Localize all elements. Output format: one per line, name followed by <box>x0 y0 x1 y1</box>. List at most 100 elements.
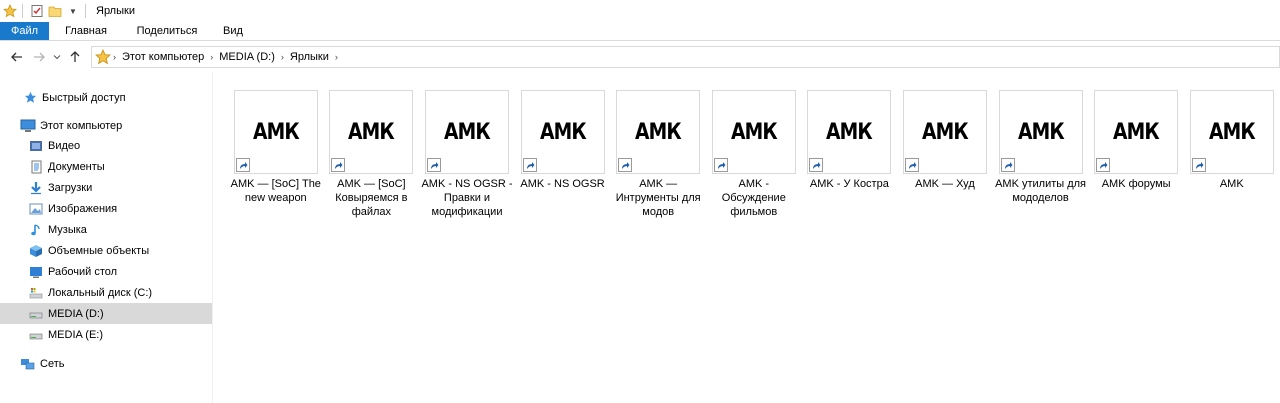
breadcrumb-this-pc[interactable]: Этот компьютер <box>122 51 204 63</box>
sidebar-item-quick-access[interactable]: Быстрый доступ <box>0 87 212 108</box>
chevron-right-icon[interactable]: › <box>210 52 213 62</box>
ribbon-tabs: Файл Главная Поделиться Вид <box>0 22 1280 41</box>
file-thumbnail[interactable]: АМК <box>711 90 796 174</box>
quick-access-star-icon <box>22 90 38 106</box>
up-arrow-icon <box>70 50 80 62</box>
sidebar-item-3d-objects[interactable]: Объемные объекты <box>0 240 212 261</box>
forward-arrow-icon <box>34 52 45 61</box>
thumbnail-logo-text: АМК <box>730 119 778 145</box>
sidebar-item-label: Локальный диск (C:) <box>48 286 153 299</box>
file-thumbnail[interactable]: АМК <box>807 90 892 174</box>
file-item[interactable]: АМК AMK — [SoC] The new weapon <box>228 90 324 219</box>
file-item[interactable]: АМК AMK <box>1184 90 1280 219</box>
file-thumbnail[interactable]: АМК <box>329 90 414 174</box>
file-item[interactable]: АМК AMK утилиты для мододелов <box>993 90 1089 219</box>
sidebar-item-desktop[interactable]: Рабочий стол <box>0 261 212 282</box>
sidebar-item-label: Быстрый доступ <box>42 91 126 104</box>
computer-icon <box>20 118 36 134</box>
shortcut-arrow-icon <box>904 158 919 172</box>
sidebar-item-label: Рабочий стол <box>48 265 118 278</box>
navigation-bar: › Этот компьютер › MEDIA (D:) › Ярлыки › <box>0 41 1280 72</box>
sidebar-item-documents[interactable]: Документы <box>0 156 212 177</box>
downloads-folder-icon <box>28 180 44 196</box>
file-label: AMK <box>1219 178 1244 190</box>
sidebar-item-music[interactable]: Музыка <box>0 219 212 240</box>
star-icon[interactable] <box>2 3 18 19</box>
new-folder-icon[interactable] <box>47 3 63 19</box>
file-item[interactable]: АМК AMK — [SoC] Ковыряемся в файлах <box>324 90 420 219</box>
shortcut-arrow-icon <box>713 158 728 172</box>
tab-view[interactable]: Вид <box>211 22 255 40</box>
file-label: AMK — Интрументы для модов <box>615 178 701 218</box>
file-label: AMK — Худ <box>915 178 975 190</box>
tab-file[interactable]: Файл <box>0 22 49 40</box>
sidebar-item-local-disk-c[interactable]: Локальный диск (C:) <box>0 282 212 303</box>
breadcrumb-media-d[interactable]: MEDIA (D:) <box>219 51 275 63</box>
sidebar-item-label: MEDIA (D:) <box>48 307 104 320</box>
file-label: AMK форумы <box>1101 178 1171 190</box>
thumbnail-logo-text: АМК <box>539 119 587 145</box>
file-thumbnail[interactable]: АМК <box>902 90 987 174</box>
sidebar-item-this-pc[interactable]: Этот компьютер <box>0 115 212 136</box>
sidebar-item-label: Документы <box>48 160 105 173</box>
sidebar-item-label: Изображения <box>48 202 118 215</box>
drive-icon <box>28 327 44 343</box>
file-item[interactable]: АМК AMK - У Костра <box>802 90 898 219</box>
file-item[interactable]: АМК AMK - NS OGSR - Правки и модификации <box>419 90 515 219</box>
sidebar-item-label: Музыка <box>48 223 87 236</box>
back-arrow-icon <box>11 52 22 61</box>
sidebar-item-label: Загрузки <box>48 181 93 194</box>
file-label: AMK - Обсуждение фильмов <box>721 178 786 218</box>
documents-folder-icon <box>28 159 44 175</box>
file-list: АМК AMK — [SoC] The new weapon АМК AMK — [S… <box>214 72 1280 403</box>
forward-button[interactable] <box>28 46 50 68</box>
shortcut-arrow-icon <box>1191 158 1206 172</box>
video-folder-icon <box>28 138 44 154</box>
sidebar-item-media-d[interactable]: MEDIA (D:) <box>0 303 212 324</box>
sidebar-item-label: Объемные объекты <box>48 244 150 257</box>
chevron-right-icon[interactable]: › <box>335 52 338 62</box>
network-icon <box>20 356 36 372</box>
file-thumbnail[interactable]: АМК <box>616 90 701 174</box>
sidebar-item-label: Видео <box>48 139 81 152</box>
file-thumbnail[interactable]: АМК <box>1094 90 1179 174</box>
tab-share[interactable]: Поделиться <box>123 22 211 40</box>
address-bar[interactable]: › Этот компьютер › MEDIA (D:) › Ярлыки › <box>91 46 1280 68</box>
local-disk-icon <box>28 285 44 301</box>
file-item[interactable]: АМК AMK форумы <box>1088 90 1184 219</box>
up-button[interactable] <box>64 46 86 68</box>
divider <box>22 4 23 18</box>
file-item[interactable]: АМК AMK — Худ <box>897 90 993 219</box>
properties-icon[interactable] <box>29 3 45 19</box>
file-thumbnail[interactable]: АМК <box>998 90 1083 174</box>
recent-locations-button[interactable] <box>50 46 64 68</box>
chevron-right-icon[interactable]: › <box>113 52 116 62</box>
file-label: AMK - NS OGSR <box>520 178 605 190</box>
file-thumbnail[interactable]: АМК <box>520 90 605 174</box>
breadcrumb-shortcuts[interactable]: Ярлыки <box>290 51 329 63</box>
sidebar-item-network[interactable]: Сеть <box>0 353 212 374</box>
file-thumbnail[interactable]: АМК <box>424 90 509 174</box>
file-label: AMK утилиты для мододелов <box>995 178 1087 204</box>
thumbnail-logo-text: АМК <box>826 119 873 145</box>
file-thumbnail[interactable]: АМК <box>233 90 318 174</box>
file-thumbnail[interactable]: АМК <box>1189 90 1274 174</box>
sidebar-item-media-e[interactable]: MEDIA (E:) <box>0 324 212 345</box>
sidebar-item-label: Сеть <box>40 357 65 370</box>
back-button[interactable] <box>6 46 28 68</box>
chevron-down-icon <box>53 54 61 59</box>
file-item[interactable]: АМК AMK - Обсуждение фильмов <box>706 90 802 219</box>
shortcut-arrow-icon <box>331 158 346 172</box>
file-item[interactable]: АМК AMK — Интрументы для модов <box>610 90 706 219</box>
sidebar-item-downloads[interactable]: Загрузки <box>0 177 212 198</box>
thumbnail-logo-text: АМК <box>1113 119 1160 145</box>
sidebar-item-pictures[interactable]: Изображения <box>0 198 212 219</box>
customize-quick-access-icon[interactable]: ▼ <box>65 3 81 19</box>
file-item[interactable]: АМК AMK - NS OGSR <box>515 90 611 219</box>
sidebar-item-label: Этот компьютер <box>40 119 123 132</box>
tab-home[interactable]: Главная <box>49 22 123 40</box>
sidebar-item-videos[interactable]: Видео <box>0 135 212 156</box>
chevron-right-icon[interactable]: › <box>281 52 284 62</box>
file-label: AMK — [SoC] The new weapon <box>230 178 321 204</box>
sidebar-item-label: MEDIA (E:) <box>48 328 104 341</box>
